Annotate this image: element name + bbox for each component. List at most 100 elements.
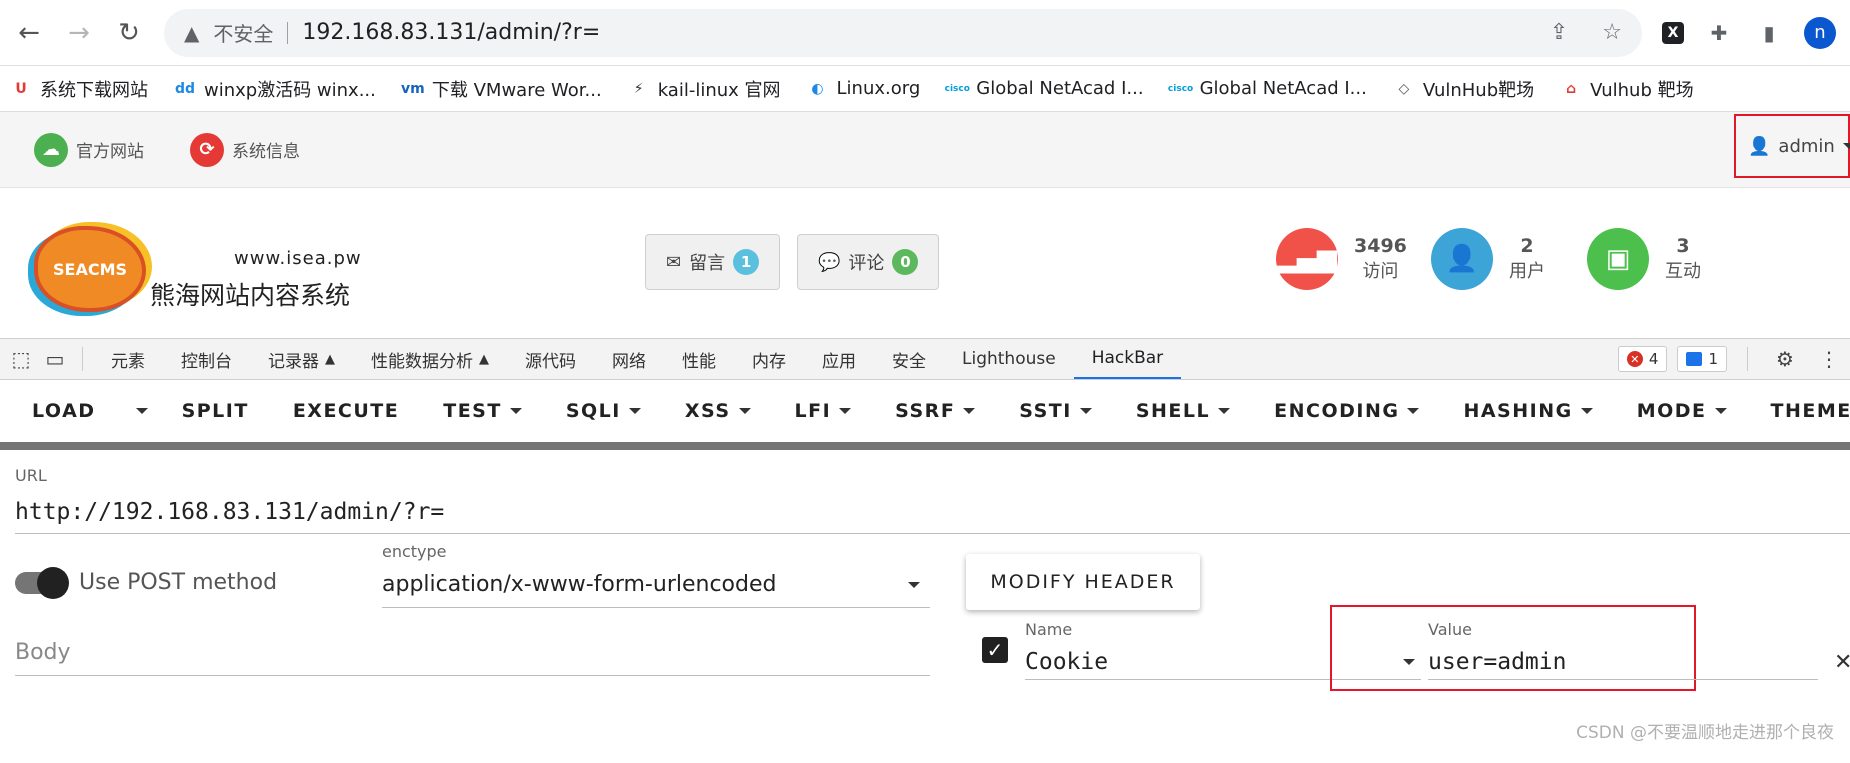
url-text[interactable]: 192.168.83.131/admin/?r= bbox=[302, 20, 1515, 45]
bookmark-item[interactable]: ⌂ Vulhub 靶场 bbox=[1560, 76, 1693, 102]
bookmark-item[interactable]: ⚡ kail-linux 官网 bbox=[628, 76, 781, 102]
hackbar-toolbar: LOAD SPLIT EXECUTE TEST SQLI XSS LFI SSRF SSTI SH… bbox=[0, 380, 1850, 450]
url-input[interactable]: http://192.168.83.131/admin/?r= bbox=[15, 490, 1850, 534]
forward-arrow-icon[interactable]: → bbox=[64, 18, 94, 48]
official-site-link[interactable]: ☁ 官方网站 bbox=[34, 132, 144, 167]
hackbar-test-button[interactable]: TEST bbox=[421, 380, 544, 442]
hackbar-split-button[interactable]: SPLIT bbox=[160, 380, 271, 442]
header-name-value: Cookie bbox=[1025, 648, 1109, 675]
hackbar-ssti-button[interactable]: SSTI bbox=[997, 380, 1114, 442]
tab-label: 安全 bbox=[892, 351, 926, 372]
tab-devtools[interactable]: 记录器 ▲ bbox=[250, 339, 353, 379]
tab-devtools[interactable]: 控制台 bbox=[163, 339, 250, 379]
hackbar-load-button[interactable]: LOAD bbox=[32, 380, 118, 442]
hackbar-sqli-button[interactable]: SQLI bbox=[544, 380, 663, 442]
tab-devtools[interactable]: HackBar bbox=[1073, 339, 1182, 379]
device-toolbar-icon[interactable]: ▭ bbox=[38, 347, 72, 371]
modify-header-button[interactable]: MODIFY HEADER bbox=[966, 554, 1200, 610]
hackbar-lfi-button[interactable]: LFI bbox=[773, 380, 874, 442]
admin-top-bar: ☁ 官方网站 ⟳ 系统信息 👤 admin bbox=[0, 112, 1850, 188]
tab-devtools[interactable]: 安全 bbox=[874, 339, 944, 379]
hackbar-hashing-button[interactable]: HASHING bbox=[1441, 380, 1614, 442]
warning-icon[interactable]: ▲ bbox=[184, 21, 199, 45]
reload-icon[interactable]: ↻ bbox=[114, 18, 144, 48]
bookmark-item[interactable]: vm 下载 VMware Wor... bbox=[401, 76, 602, 102]
tab-devtools[interactable]: 性能数据分析 ▲ bbox=[353, 339, 507, 379]
kali-dragon-icon: ⚡ bbox=[633, 80, 644, 97]
bookmark-label: 系统下载网站 bbox=[40, 79, 148, 101]
tab-devtools[interactable]: 源代码 bbox=[507, 339, 594, 379]
messages-label: 留言 bbox=[689, 253, 726, 274]
profile-avatar[interactable]: n bbox=[1804, 16, 1836, 49]
header-name-label: Name bbox=[1025, 620, 1073, 639]
devtools-tab-bar: ⬚ ▭ 元素 控制台 记录器 ▲ 性能数据分析 ▲ 源代码 网络 性能 内存 应用 安全 Lightho… bbox=[0, 338, 1850, 380]
header-value-input[interactable]: user=admin bbox=[1428, 644, 1818, 680]
bookmark-label: Global NetAcad I... bbox=[1199, 78, 1367, 99]
tab-label: 源代码 bbox=[525, 351, 576, 372]
hackbar-xss-button[interactable]: XSS bbox=[663, 380, 773, 442]
tab-devtools[interactable]: 内存 bbox=[734, 339, 804, 379]
divider bbox=[1747, 347, 1748, 371]
tab-devtools[interactable]: 元素 bbox=[93, 339, 163, 379]
hackbar-button-label: EXECUTE bbox=[292, 400, 400, 422]
hackbar-execute-button[interactable]: EXECUTE bbox=[271, 380, 421, 442]
messages-button[interactable]: ✉ 留言 1 bbox=[645, 234, 781, 290]
hackbar-ssrf-button[interactable]: SSRF bbox=[873, 380, 997, 442]
enctype-value: application/x-www-form-urlencoded bbox=[382, 572, 777, 597]
enctype-select[interactable]: application/x-www-form-urlencoded bbox=[382, 562, 930, 608]
back-arrow-icon[interactable]: ← bbox=[14, 18, 44, 48]
toggle-switch[interactable] bbox=[15, 566, 69, 599]
load-options-chevron-icon[interactable] bbox=[135, 408, 148, 414]
envelope-icon: ✉ bbox=[666, 251, 682, 273]
bookmark-item[interactable]: dd winxp激活码 winx... bbox=[174, 76, 376, 102]
hackbar-theme-button[interactable]: THEME bbox=[1749, 380, 1850, 442]
user-icon: 👤 bbox=[1748, 135, 1771, 157]
chevron-down-icon bbox=[1218, 408, 1231, 414]
chevron-down-icon bbox=[839, 408, 852, 414]
bookmark-item[interactable]: cisco Global NetAcad I... bbox=[1168, 78, 1367, 100]
devtools-tabs: 元素 控制台 记录器 ▲ 性能数据分析 ▲ 源代码 网络 性能 内存 应用 安全 Lighthouse H… bbox=[93, 339, 1182, 379]
more-vertical-icon[interactable]: ⋮ bbox=[1812, 347, 1846, 371]
star-icon[interactable]: ☆ bbox=[1602, 20, 1622, 45]
chevron-down-icon bbox=[628, 408, 641, 414]
tab-devtools[interactable]: 网络 bbox=[594, 339, 664, 379]
hackbar-encoding-button[interactable]: ENCODING bbox=[1252, 380, 1441, 442]
messages-counter[interactable]: 1 bbox=[1677, 346, 1727, 372]
hackbar-shell-button[interactable]: SHELL bbox=[1114, 380, 1252, 442]
bookmark-item[interactable]: cisco Global NetAcad I... bbox=[945, 78, 1144, 100]
inspect-element-icon[interactable]: ⬚ bbox=[4, 347, 38, 371]
errors-counter[interactable]: ✕ 4 bbox=[1617, 346, 1668, 372]
tab-devtools[interactable]: Lighthouse bbox=[944, 339, 1074, 379]
globe-icon: ◐ bbox=[811, 80, 824, 97]
body-input[interactable]: Body bbox=[15, 630, 930, 676]
hackbar-button-label: SQLI bbox=[565, 400, 621, 422]
tab-label: 性能 bbox=[682, 351, 716, 372]
tab-label: 元素 bbox=[111, 351, 145, 372]
hackbar-button-label: MODE bbox=[1636, 400, 1707, 422]
puzzle-extensions-icon[interactable]: ✚ bbox=[1704, 18, 1734, 48]
gear-icon[interactable]: ⚙ bbox=[1768, 347, 1802, 371]
bookmark-item[interactable]: ◐ Linux.org bbox=[807, 78, 920, 100]
tab-devtools[interactable]: 性能 bbox=[664, 339, 734, 379]
address-bar[interactable]: ▲ 不安全 192.168.83.131/admin/?r= ⇪ ☆ bbox=[164, 8, 1642, 57]
hackbar-button-label: SHELL bbox=[1135, 400, 1211, 422]
chevron-down-icon bbox=[1842, 143, 1850, 149]
x-extension-icon[interactable]: X bbox=[1662, 21, 1684, 44]
header-enabled-checkbox[interactable]: ✓ bbox=[982, 637, 1008, 663]
admin-username: admin bbox=[1778, 135, 1835, 157]
side-panel-icon[interactable]: ▮ bbox=[1754, 18, 1784, 48]
comments-button[interactable]: 💬 评论 0 bbox=[797, 234, 940, 290]
admin-user-dropdown[interactable]: 👤 admin bbox=[1734, 114, 1850, 178]
tab-devtools[interactable]: 应用 bbox=[804, 339, 874, 379]
tab-label: HackBar bbox=[1091, 348, 1164, 368]
hackbar-mode-button[interactable]: MODE bbox=[1615, 380, 1749, 442]
bookmark-item[interactable]: ◇ VulnHub靶场 bbox=[1393, 76, 1534, 102]
share-icon[interactable]: ⇪ bbox=[1550, 20, 1568, 45]
post-method-toggle[interactable]: Use POST method bbox=[15, 566, 277, 599]
close-icon[interactable]: ✕ bbox=[1834, 650, 1850, 675]
bookmark-item[interactable]: U 系统下载网站 bbox=[10, 76, 148, 102]
cloud-upload-icon: ☁ bbox=[34, 132, 68, 167]
site-name: 熊海网站内容系统 bbox=[150, 281, 351, 310]
system-info-link[interactable]: ⟳ 系统信息 bbox=[190, 132, 300, 167]
security-label[interactable]: 不安全 bbox=[213, 18, 273, 47]
